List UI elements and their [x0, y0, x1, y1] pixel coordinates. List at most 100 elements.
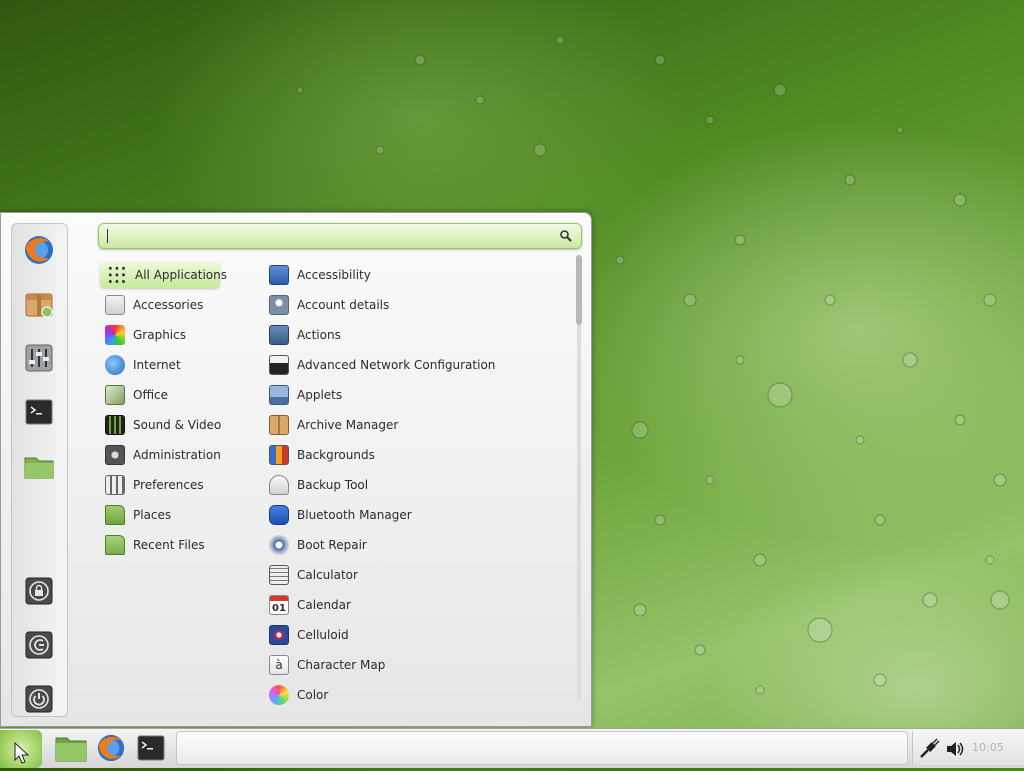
app-backup-tool[interactable]: Backup Tool: [265, 472, 571, 498]
volume-tray-button[interactable]: [944, 738, 966, 760]
category-label: Office: [133, 388, 169, 402]
app-label: Advanced Network Configuration: [297, 358, 496, 372]
favorite-home-folder[interactable]: [23, 450, 55, 482]
firefox-launcher[interactable]: [95, 733, 127, 763]
app-celluloid[interactable]: Celluloid: [265, 622, 571, 648]
shutdown-icon: [25, 685, 53, 713]
search-box[interactable]: [98, 223, 582, 249]
favorite-terminal[interactable]: [23, 396, 55, 428]
favorite-software-manager[interactable]: [23, 288, 55, 320]
category-label: Administration: [133, 448, 221, 462]
app-label: Applets: [297, 388, 343, 402]
firefox-launcher-icon: [97, 734, 125, 762]
backgrounds-icon: [269, 445, 289, 465]
app-actions[interactable]: Actions: [265, 322, 571, 348]
terminal-launcher[interactable]: [135, 733, 167, 763]
search-input[interactable]: [105, 227, 555, 245]
shutdown-button[interactable]: [23, 683, 55, 715]
internet-icon: [105, 355, 125, 375]
category-label: Graphics: [133, 328, 186, 342]
app-bluetooth-manager[interactable]: Bluetooth Manager: [265, 502, 571, 528]
app-label: Account details: [297, 298, 390, 312]
calendar-icon-date: 01: [272, 603, 286, 614]
category-sound-video[interactable]: Sound & Video: [100, 412, 222, 438]
firefox-icon: [25, 236, 53, 264]
app-label: Backup Tool: [297, 478, 369, 492]
bottom-panel: 10:05: [0, 728, 1024, 768]
terminal-launcher-icon: [137, 735, 165, 761]
category-label: All Applications: [135, 268, 227, 282]
app-archive-manager[interactable]: Archive Manager: [265, 412, 571, 438]
places-folder-icon: [105, 505, 125, 525]
window-list[interactable]: [176, 731, 908, 765]
accessories-icon: [105, 295, 125, 315]
app-calendar[interactable]: 01 Calendar: [265, 592, 571, 618]
clock[interactable]: 10:05: [972, 741, 1004, 754]
favorite-system-settings[interactable]: [23, 342, 55, 374]
category-places[interactable]: Places: [100, 502, 220, 528]
app-label: Calculator: [297, 568, 358, 582]
category-recent-files[interactable]: Recent Files: [100, 532, 220, 558]
all-applications-icon: [107, 265, 127, 285]
network-icon: [269, 355, 289, 375]
app-label: Archive Manager: [297, 418, 399, 432]
category-label: Accessories: [133, 298, 204, 312]
app-label: Boot Repair: [297, 538, 367, 552]
logout-button[interactable]: [23, 629, 55, 661]
app-applets[interactable]: Applets: [265, 382, 571, 408]
mouse-pointer-icon: [14, 741, 30, 764]
app-boot-repair[interactable]: Boot Repair: [265, 532, 571, 558]
app-color[interactable]: Color: [265, 682, 571, 708]
bluetooth-icon: [269, 505, 289, 525]
application-menu: All Applications Accessories Graphics In…: [0, 212, 592, 727]
office-icon: [105, 385, 125, 405]
logout-icon: [25, 631, 53, 659]
app-backgrounds[interactable]: Backgrounds: [265, 442, 571, 468]
lock-screen-icon: [25, 577, 53, 605]
app-advanced-network-configuration[interactable]: Advanced Network Configuration: [265, 352, 571, 378]
menu-button[interactable]: [0, 730, 42, 768]
search-icon: [560, 230, 572, 242]
text-cursor: [107, 229, 108, 243]
volume-icon: [947, 742, 964, 756]
network-wired-icon: [920, 738, 940, 758]
home-folder-icon: [24, 457, 54, 479]
files-launcher[interactable]: [55, 733, 87, 763]
software-manager-icon: [25, 293, 53, 318]
app-label: Color: [297, 688, 329, 702]
network-tray-button[interactable]: [918, 738, 940, 760]
backup-icon: [269, 475, 289, 495]
lock-screen-button[interactable]: [23, 575, 55, 607]
accessibility-icon: [269, 265, 289, 285]
category-accessories[interactable]: Accessories: [100, 292, 220, 318]
category-label: Internet: [133, 358, 181, 372]
app-label: Accessibility: [297, 268, 371, 282]
category-label: Sound & Video: [133, 418, 222, 432]
category-all-applications[interactable]: All Applications: [100, 262, 227, 288]
color-icon: [269, 685, 289, 705]
app-calculator[interactable]: Calculator: [265, 562, 571, 588]
apps-scrollbar-thumb[interactable]: [576, 255, 582, 325]
actions-icon: [269, 325, 289, 345]
category-graphics[interactable]: Graphics: [100, 322, 220, 348]
preferences-icon: [105, 475, 125, 495]
category-administration[interactable]: Administration: [100, 442, 221, 468]
category-internet[interactable]: Internet: [100, 352, 220, 378]
app-label: Celluloid: [297, 628, 349, 642]
app-label: Character Map: [297, 658, 386, 672]
category-office[interactable]: Office: [100, 382, 220, 408]
app-account-details[interactable]: Account details: [265, 292, 571, 318]
character-map-glyph: à: [275, 658, 283, 672]
app-accessibility[interactable]: Accessibility: [265, 262, 571, 288]
files-launcher-icon: [55, 737, 87, 762]
app-label: Bluetooth Manager: [297, 508, 412, 522]
app-character-map[interactable]: à Character Map: [265, 652, 571, 678]
sound-video-icon: [105, 415, 125, 435]
category-preferences[interactable]: Preferences: [100, 472, 220, 498]
favorite-firefox[interactable]: [23, 234, 55, 266]
calendar-icon: 01: [269, 595, 289, 615]
character-map-icon: à: [269, 655, 289, 675]
category-label: Places: [133, 508, 172, 522]
category-label: Recent Files: [133, 538, 205, 552]
recent-files-icon: [105, 535, 125, 555]
